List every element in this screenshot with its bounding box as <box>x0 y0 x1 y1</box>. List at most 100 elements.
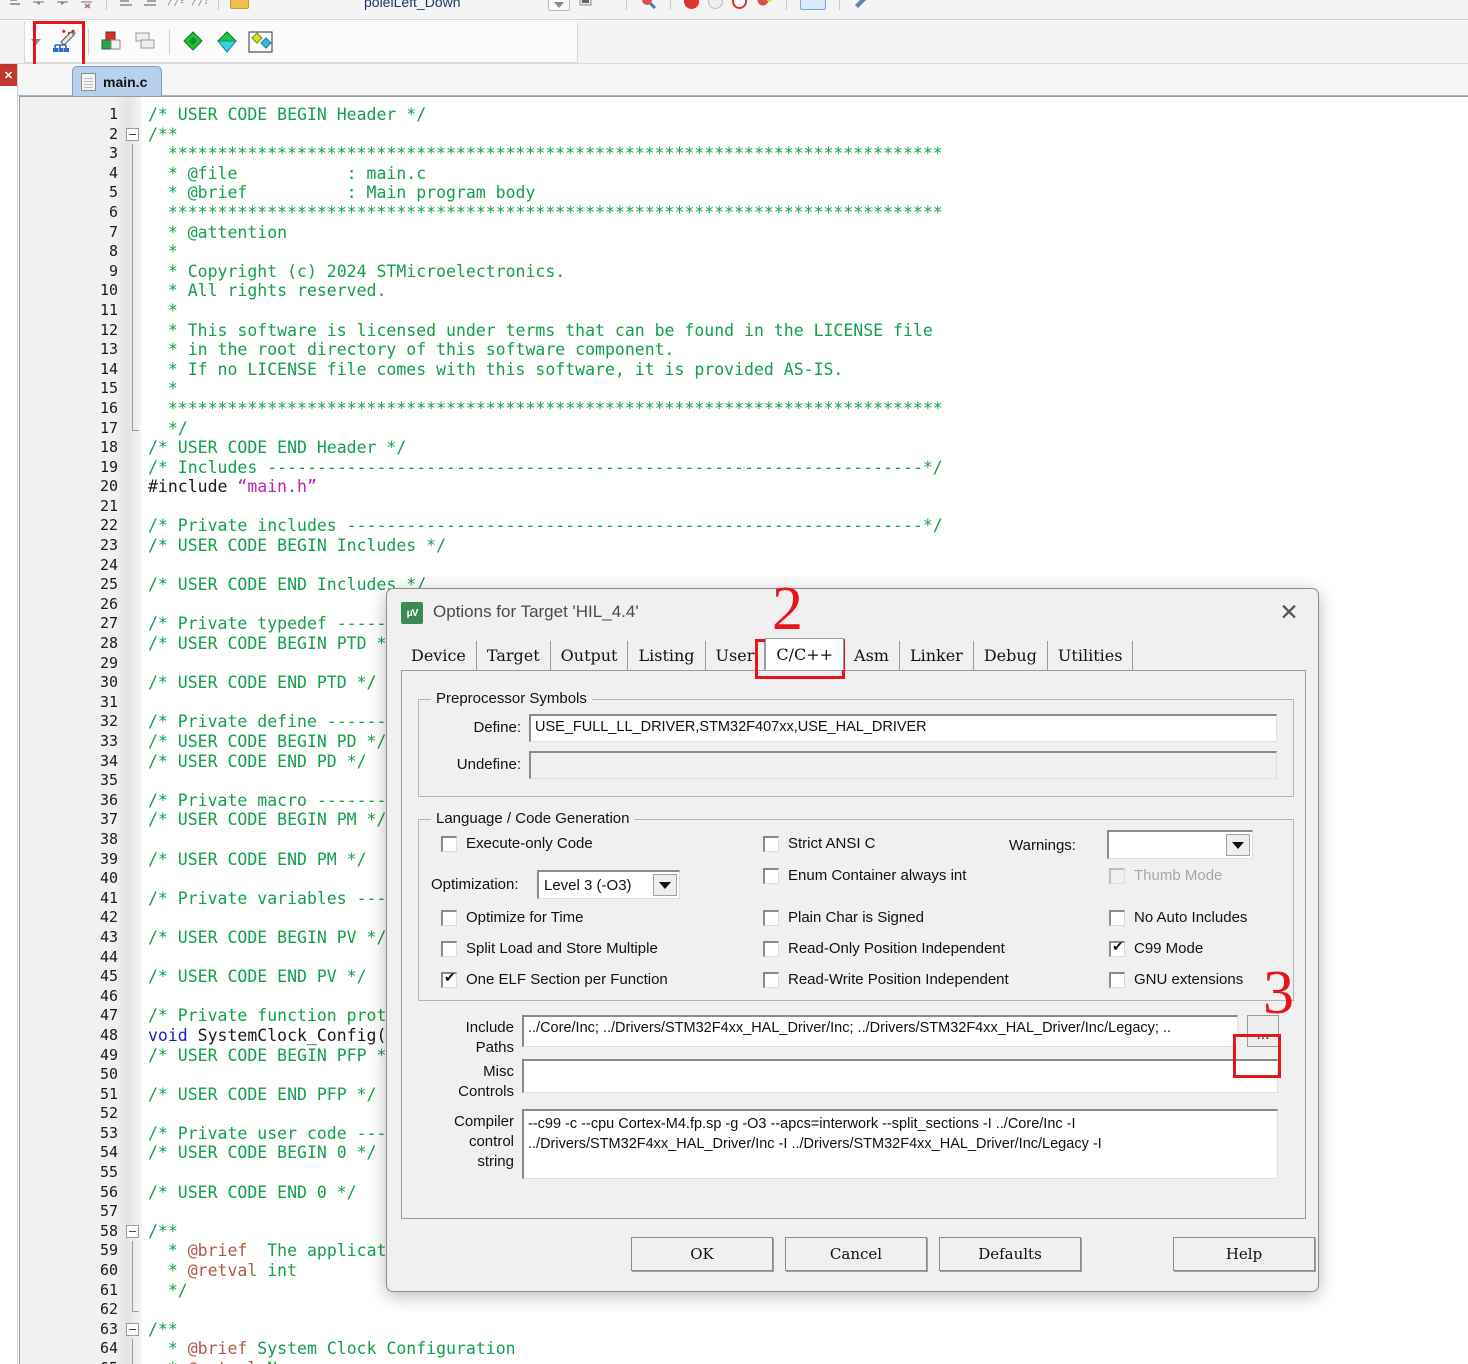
checkbox-box[interactable] <box>441 972 457 988</box>
code-text: /* USER CODE BEGIN PV */ <box>148 928 386 948</box>
checkbox-box[interactable] <box>1109 972 1125 988</box>
dialog-tab-linker[interactable]: Linker <box>900 641 974 670</box>
dialog-tab-listing[interactable]: Listing <box>628 641 705 670</box>
uncomment-block-icon[interactable] <box>142 0 159 10</box>
checkbox-box[interactable] <box>763 836 779 852</box>
checkbox-enum-container-int[interactable]: Enum Container always int <box>763 867 966 884</box>
cancel-button[interactable]: Cancel <box>785 1237 927 1271</box>
download-icon[interactable] <box>213 28 241 56</box>
download-all-icon[interactable] <box>247 28 275 56</box>
fold-guide <box>132 144 133 164</box>
defaults-button[interactable]: Defaults <box>939 1237 1081 1271</box>
dialog-tabstrip[interactable]: DeviceTargetOutputListingUserC/C++AsmLin… <box>401 641 1306 671</box>
line-number: 17 <box>20 419 118 439</box>
breakpoint-disabled-icon[interactable] <box>708 0 723 9</box>
fold-toggle-icon[interactable] <box>126 128 139 141</box>
batch-build-icon[interactable] <box>132 28 160 56</box>
download-arrow-icon[interactable] <box>605 0 613 10</box>
checkbox-box[interactable] <box>441 941 457 957</box>
checkbox-box[interactable] <box>441 910 457 926</box>
code-line: 19/* Includes --------------------------… <box>20 458 1468 478</box>
dialog-tab-user[interactable]: User <box>706 641 766 670</box>
checkbox-read-only-position-independent[interactable]: Read-Only Position Independent <box>763 940 1005 957</box>
clear-indent-icon[interactable] <box>78 0 95 10</box>
checkbox-box[interactable] <box>441 836 457 852</box>
chevron-down-icon[interactable] <box>1226 834 1250 856</box>
target-select-icon[interactable] <box>548 0 570 11</box>
build-target-icon[interactable] <box>98 28 126 56</box>
checkbox-no-auto-includes[interactable]: No Auto Includes <box>1109 909 1247 926</box>
close-panel-icon[interactable]: ✕ <box>0 64 17 86</box>
optimization-select[interactable]: Level 3 (-O3) <box>537 870 680 899</box>
bookmark-clear-icon[interactable]: //✕ <box>190 0 207 10</box>
compiler-control-string[interactable]: --c99 -c --cpu Cortex-M4.fp.sp -g -O3 --… <box>522 1109 1278 1179</box>
indent-left-icon[interactable] <box>30 0 47 10</box>
undefine-input[interactable] <box>529 751 1277 779</box>
dialog-tab-asm[interactable]: Asm <box>844 641 900 670</box>
compiler-string-label-line3: string <box>424 1153 514 1170</box>
checkbox-box[interactable] <box>763 910 779 926</box>
chevron-down-icon[interactable] <box>31 39 41 45</box>
line-number: 35 <box>20 771 118 791</box>
tab-main-c[interactable]: main.c <box>72 66 162 96</box>
checkbox-split-load-store[interactable]: Split Load and Store Multiple <box>441 940 658 957</box>
checkbox-one-elf-section[interactable]: One ELF Section per Function <box>441 971 668 988</box>
checkbox-box[interactable] <box>763 972 779 988</box>
translate-file-icon[interactable] <box>179 28 207 56</box>
fold-toggle-icon[interactable] <box>126 1323 139 1336</box>
code-text: */ <box>148 419 188 439</box>
close-icon[interactable]: ✕ <box>1272 597 1306 627</box>
include-paths-input[interactable]: ../Core/Inc; ../Drivers/STM32F4xx_HAL_Dr… <box>522 1015 1238 1047</box>
fold-toggle-icon[interactable] <box>126 1225 139 1238</box>
breakpoint-clear-icon[interactable] <box>732 0 747 9</box>
comment-block-icon[interactable] <box>118 0 135 10</box>
indent-right-icon[interactable] <box>54 0 71 10</box>
line-number: 5 <box>20 183 118 203</box>
checkbox-box[interactable] <box>1109 910 1125 926</box>
configuration-wizard-icon[interactable] <box>51 28 79 56</box>
code-line: 62 <box>20 1300 1468 1320</box>
warnings-select[interactable] <box>1107 830 1253 859</box>
line-number: 63 <box>20 1320 118 1340</box>
breakpoint-disable-all-icon[interactable] <box>756 0 773 10</box>
dialog-tab-debug[interactable]: Debug <box>974 641 1048 670</box>
line-number: 64 <box>20 1339 118 1359</box>
checkbox-gnu-extensions[interactable]: GNU extensions <box>1109 971 1243 988</box>
checkbox-c99-mode[interactable]: C99 Mode <box>1109 940 1203 957</box>
checkbox-read-write-position-independent[interactable]: Read-Write Position Independent <box>763 971 1009 988</box>
dialog-tab-device[interactable]: Device <box>401 641 477 670</box>
indent-icon[interactable] <box>6 0 23 10</box>
fold-guide <box>132 1339 133 1359</box>
help-button[interactable]: Help <box>1173 1237 1315 1271</box>
checkbox-box[interactable] <box>763 868 779 884</box>
checkbox-box[interactable] <box>763 941 779 957</box>
checkbox-strict-ansi-c[interactable]: Strict ANSI C <box>763 835 876 852</box>
breakpoint-icon[interactable] <box>684 0 699 9</box>
dialog-title: Options for Target 'HIL_4.4' <box>433 602 639 622</box>
line-number: 60 <box>20 1261 118 1281</box>
define-input[interactable]: USE_FULL_LL_DRIVER,STM32F407xx,USE_HAL_D… <box>529 714 1277 742</box>
code-text: /* USER CODE BEGIN PD */ <box>148 732 386 752</box>
code-line: 1/* USER CODE BEGIN Header */ <box>20 105 1468 125</box>
dialog-tab-output[interactable]: Output <box>551 641 629 670</box>
misc-controls-input[interactable] <box>522 1059 1278 1093</box>
checkbox-box[interactable] <box>1109 941 1125 957</box>
dialog-tab-target[interactable]: Target <box>477 641 551 670</box>
editor-tabbar: main.c <box>18 64 1468 96</box>
open-project-icon[interactable] <box>230 0 249 9</box>
chevron-down-icon[interactable] <box>653 874 677 896</box>
manage-project-icon[interactable] <box>579 0 596 10</box>
options-dialog[interactable]: μV Options for Target 'HIL_4.4' ✕ Device… <box>386 588 1319 1292</box>
dialog-tab-c-c[interactable]: C/C++ <box>765 638 844 670</box>
checkbox-execute-only-code[interactable]: Execute-only Code <box>441 835 593 852</box>
debug-start-icon[interactable] <box>640 0 657 10</box>
bookmark-icon[interactable]: //= <box>166 0 183 10</box>
checkbox-optimize-for-time[interactable]: Optimize for Time <box>441 909 584 926</box>
checkbox-plain-char-signed[interactable]: Plain Char is Signed <box>763 909 924 926</box>
dialog-tab-utilities[interactable]: Utilities <box>1048 641 1134 670</box>
tools-icon[interactable] <box>853 0 870 10</box>
line-number: 18 <box>20 438 118 458</box>
ok-button[interactable]: OK <box>631 1237 773 1271</box>
language-legend: Language / Code Generation <box>431 810 634 827</box>
window-layout-icon[interactable] <box>800 0 826 10</box>
